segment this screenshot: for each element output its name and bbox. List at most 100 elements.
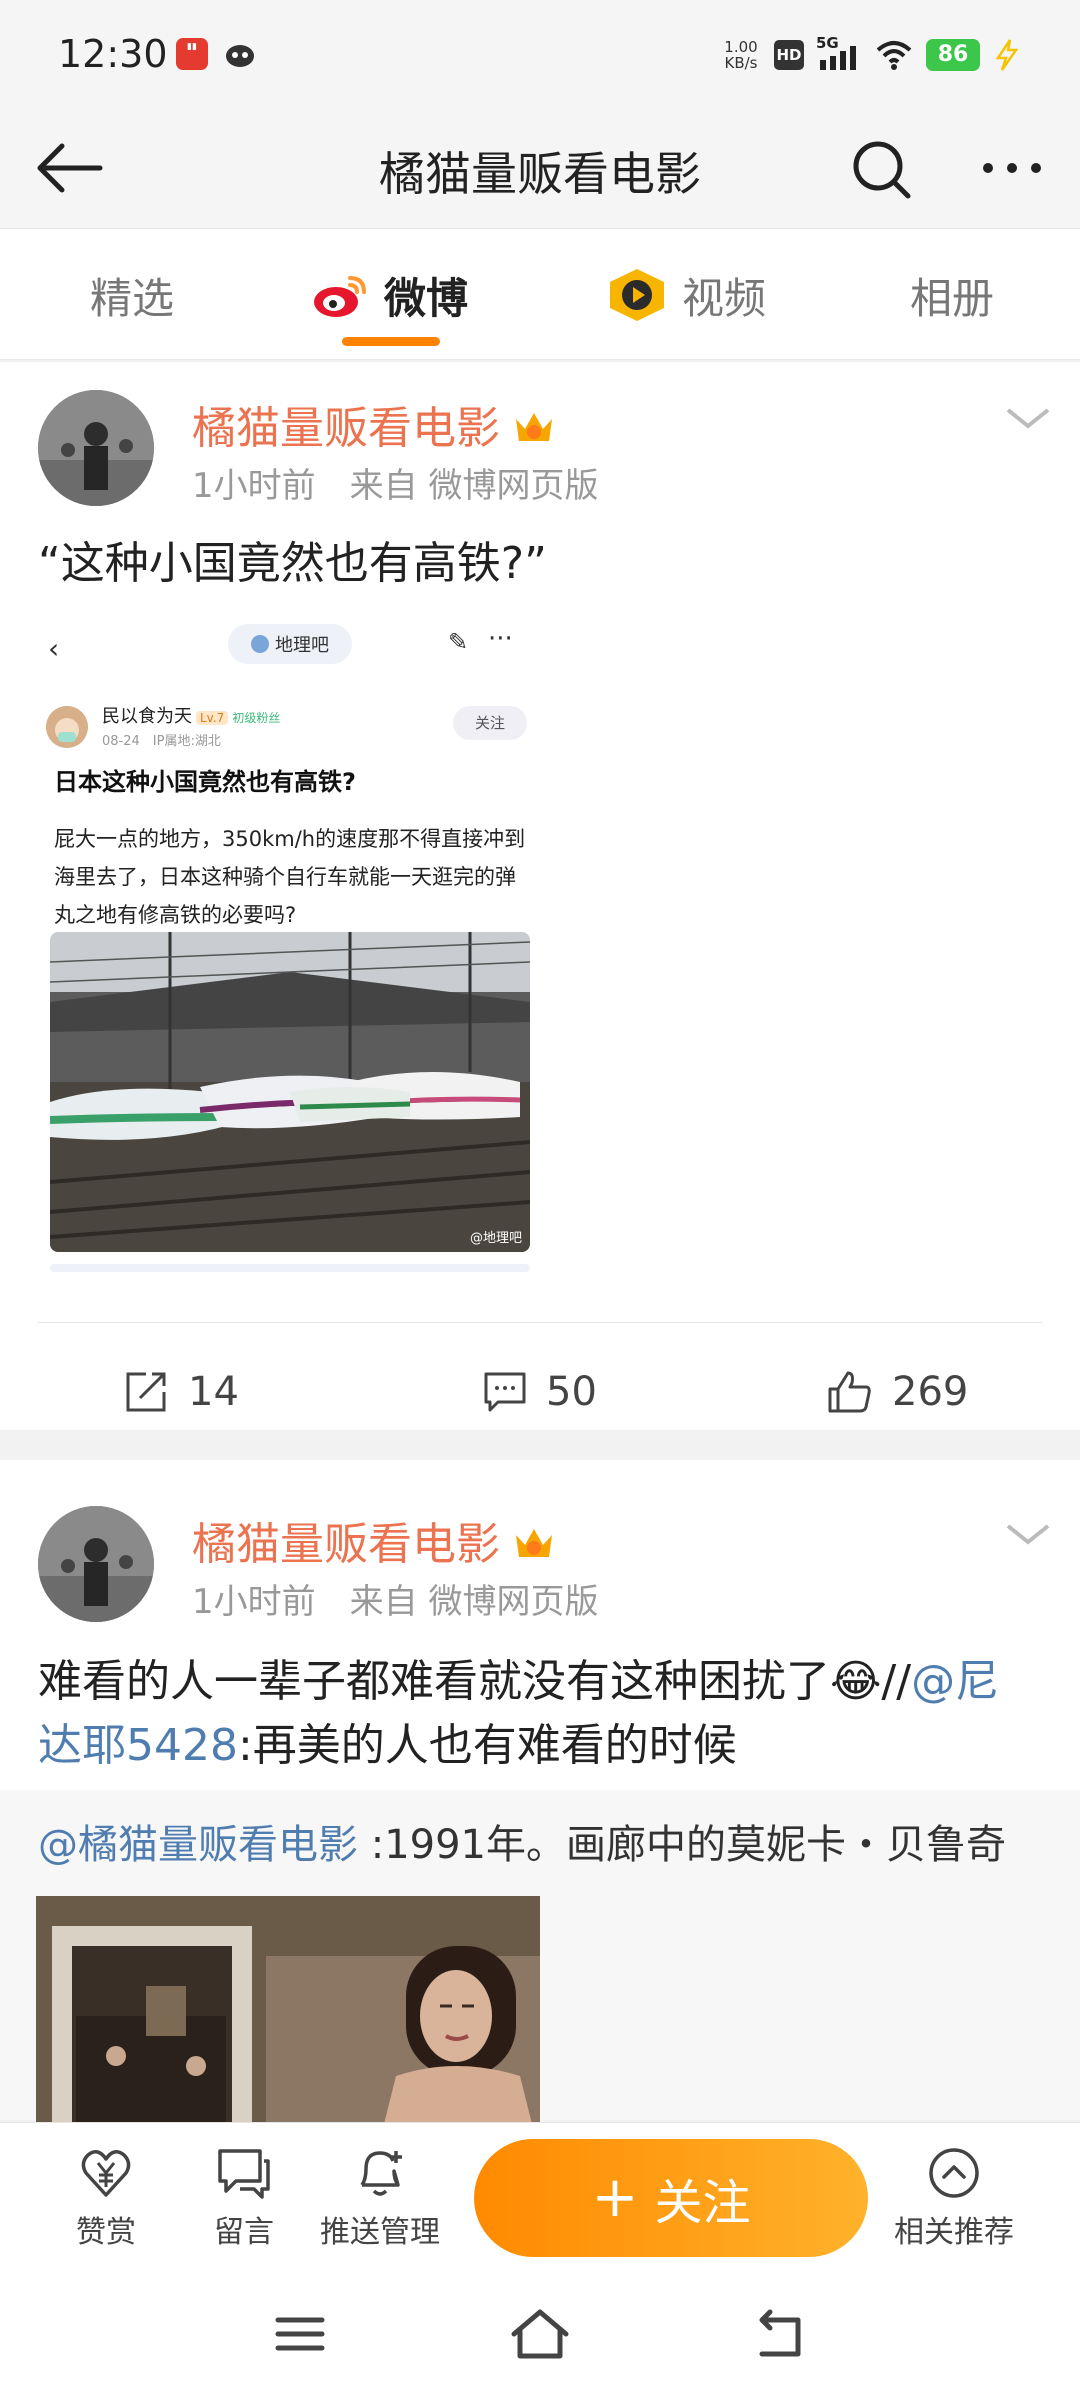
post-meta: 1小时前 来自 微博网页版 — [192, 1582, 599, 1622]
bottom-action-bar: 赞赏 留言 推送管理 + 关注 相关推荐 — [0, 2122, 1080, 2268]
message-icon — [218, 2149, 270, 2199]
follow-label: 关注 — [654, 2175, 751, 2231]
tip-heart-icon — [81, 2150, 131, 2197]
weibo-logo-icon — [314, 276, 366, 317]
retweet-caption: :1991年。画廊中的莫妮卡・贝鲁奇 — [358, 1822, 1006, 1868]
repost-icon — [126, 1372, 166, 1412]
video-icon — [610, 269, 664, 321]
embed-forum-pill: 地理吧 — [228, 624, 352, 664]
tab-video[interactable]: 视频 — [606, 265, 766, 325]
post-username-text: 橘猫量贩看电影 — [192, 403, 500, 454]
related-arrow-icon — [929, 2148, 979, 2198]
tab-album-label: 相册 — [910, 273, 995, 323]
back-nav-icon[interactable] — [740, 2300, 820, 2370]
follow-button[interactable]: + 关注 — [474, 2139, 868, 2257]
plus-icon: + — [591, 2165, 639, 2230]
status-bar: 12:30 ▮▮ 1.00 KB/s HD 5G 86 — [0, 0, 1080, 110]
message-button[interactable]: 留言 — [184, 2145, 304, 2251]
notification-cat-icon — [226, 45, 254, 67]
search-icon[interactable] — [840, 128, 920, 208]
charging-icon — [995, 39, 1019, 71]
related-label: 相关推荐 — [894, 2215, 1014, 2250]
post-text: “这种小国竟然也有高铁?” — [38, 538, 547, 589]
post-username[interactable]: 橘猫量贩看电影 — [192, 1508, 556, 1572]
embedded-screenshot[interactable]: ‹ 地理吧 ✎ ··· 民以食为天 Lv.7 初级粉丝 08-24 IP属地:湖北 … — [38, 602, 543, 1282]
tip-label: 赞赏 — [76, 2215, 136, 2250]
vip-crown-icon — [516, 1529, 552, 1557]
chevron-down-icon[interactable] — [1000, 1514, 1056, 1554]
like-icon — [828, 1371, 871, 1413]
post-text-rest: :再美的人也有难看的时候 — [237, 1720, 737, 1771]
embed-forum-name: 地理吧 — [275, 635, 329, 656]
embed-user-name: 民以食为天 — [102, 706, 192, 727]
push-settings-label: 推送管理 — [320, 2215, 440, 2250]
embed-watermark: @地理吧 — [469, 1231, 522, 1246]
hd-icon: HD — [774, 40, 804, 70]
tab-album[interactable]: 相册 — [910, 265, 994, 325]
like-button[interactable]: 269 — [826, 1352, 968, 1432]
post-text-main: 难看的人一辈子都难看就没有这种困扰了😂// — [38, 1656, 912, 1707]
title-bar: 橘猫量贩看电影 — [0, 110, 1080, 228]
post-meta: 1小时前 来自 微博网页版 — [192, 466, 599, 506]
network-speed-unit: KB/s — [724, 54, 758, 72]
embed-back-icon: ‹ — [48, 632, 60, 665]
embed-fan-badge: 初级粉丝 — [232, 711, 281, 725]
comment-icon — [484, 1372, 526, 1412]
embed-body: 屁大一点的地方，350km/h的速度那不得直接冲到海里去了，日本这种骑个自行车就… — [54, 827, 526, 927]
embed-more-icon: ··· — [488, 624, 513, 654]
tab-weibo-label: 微博 — [384, 273, 469, 323]
active-tab-indicator — [342, 337, 440, 346]
status-time: 12:30 — [58, 32, 168, 76]
retweet-user-link[interactable]: @橘猫量贩看电影 — [38, 1822, 358, 1868]
embed-user: 民以食为天 Lv.7 初级粉丝 — [102, 702, 280, 728]
notification-app-icon: ▮▮ — [176, 38, 208, 70]
network-type: 5G — [816, 34, 839, 52]
signal-icon: 5G — [816, 34, 862, 72]
like-count: 269 — [892, 1369, 969, 1415]
embed-avatar — [46, 706, 88, 748]
battery-indicator: 86 — [926, 39, 980, 71]
repost-count: 14 — [188, 1369, 239, 1415]
post-text: 难看的人一辈子都难看就没有这种困扰了😂//@尼达耶5428:再美的人也有难看的时… — [38, 1650, 1042, 1778]
message-label: 留言 — [214, 2215, 274, 2250]
retweet-text: @橘猫量贩看电影 :1991年。画廊中的莫妮卡・贝鲁奇 — [38, 1812, 1006, 1870]
embed-level-badge: Lv.7 — [196, 711, 229, 725]
home-icon[interactable] — [500, 2300, 580, 2370]
avatar[interactable] — [38, 1506, 154, 1622]
profile-tabs: 精选 微博 视频 相册 — [0, 228, 1080, 360]
embed-date: 08-24 IP属地:湖北 — [102, 734, 221, 749]
wifi-icon — [876, 41, 912, 70]
tab-featured-label: 精选 — [90, 273, 175, 323]
divider — [38, 1322, 1042, 1323]
repost-button[interactable]: 14 — [124, 1352, 239, 1432]
more-options-icon[interactable] — [970, 128, 1050, 208]
chevron-down-icon[interactable] — [1000, 398, 1056, 438]
system-nav-bar — [0, 2268, 1080, 2400]
post-actions: 14 50 269 — [0, 1352, 1080, 1432]
comment-count: 50 — [546, 1369, 597, 1415]
comment-button[interactable]: 50 — [482, 1352, 597, 1432]
network-speed-value: 1.00 — [724, 38, 758, 56]
embed-bottom-strip — [50, 1264, 530, 1272]
post-username[interactable]: 橘猫量贩看电影 — [192, 392, 556, 456]
post-username-text: 橘猫量贩看电影 — [192, 1519, 500, 1570]
tip-button[interactable]: 赞赏 — [46, 2145, 166, 2251]
bell-icon — [360, 2151, 402, 2196]
embed-edit-icon: ✎ — [448, 628, 469, 656]
tab-video-label: 视频 — [682, 273, 767, 323]
embed-follow-button: 关注 — [453, 706, 527, 740]
tab-weibo[interactable]: 微博 — [310, 265, 468, 325]
embed-title: 日本这种小国竟然也有高铁? — [54, 768, 356, 796]
avatar[interactable] — [38, 390, 154, 506]
vip-crown-icon — [516, 413, 552, 441]
tab-featured[interactable]: 精选 — [90, 265, 174, 325]
retweet-photo[interactable] — [36, 1896, 540, 2156]
related-button[interactable]: 相关推荐 — [894, 2145, 1014, 2251]
retweet-block[interactable]: @橘猫量贩看电影 :1991年。画廊中的莫妮卡・贝鲁奇 — [0, 1790, 1080, 2156]
forum-icon — [251, 635, 269, 653]
train-photo: @地理吧 — [50, 932, 530, 1252]
push-settings-button[interactable]: 推送管理 — [318, 2145, 442, 2251]
menu-icon[interactable] — [260, 2300, 340, 2370]
network-speed: 1.00 KB/s — [720, 39, 762, 71]
post-card[interactable]: 橘猫量贩看电影 1小时前 来自 微博网页版 “这种小国竟然也有高铁?” ‹ 地理… — [0, 362, 1080, 1430]
